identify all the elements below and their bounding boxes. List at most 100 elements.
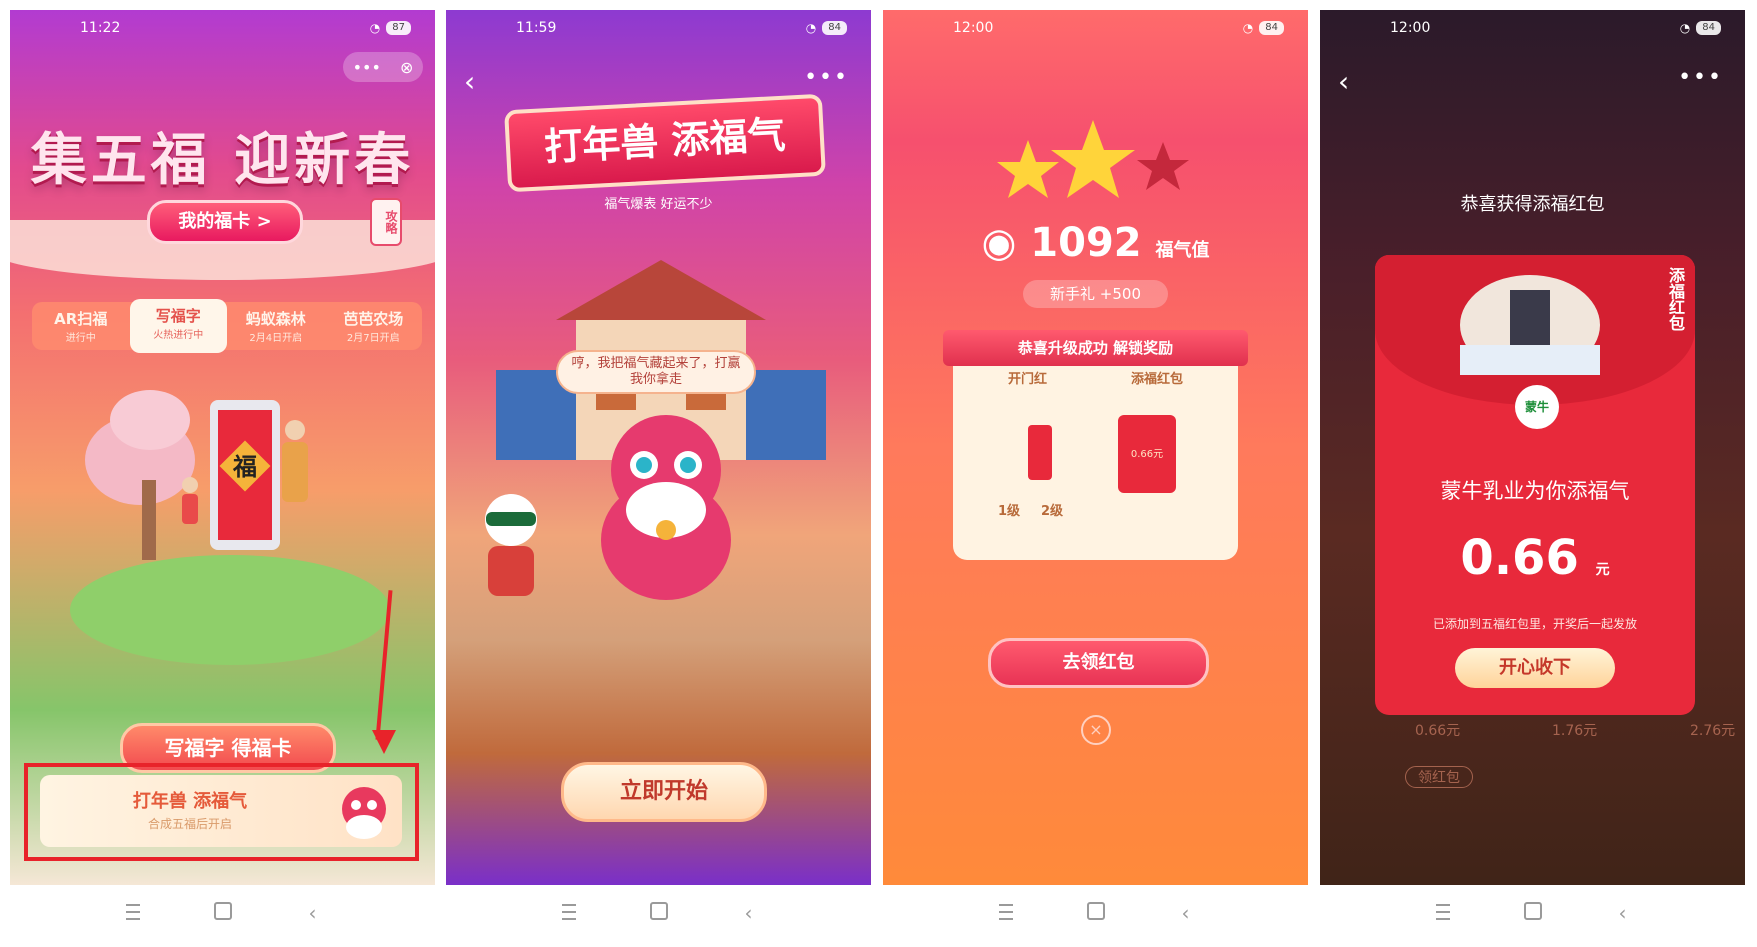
status-icons: ◔ 84 <box>806 21 847 35</box>
back-icon[interactable]: ‹ <box>734 901 764 925</box>
status-icons: ◔ 87 <box>370 21 411 35</box>
more-icon[interactable]: ••• <box>1678 65 1723 90</box>
system-nav-bar: ‹ <box>1320 893 1745 933</box>
back-icon[interactable]: ‹ <box>298 901 328 925</box>
wifi-icon: ◔ <box>1679 21 1691 35</box>
my-cards-button[interactable]: 我的福卡 > <box>147 200 303 244</box>
start-button[interactable]: 立即开始 <box>561 762 767 822</box>
novice-bonus: 新手礼 +500 <box>1023 280 1168 308</box>
status-icons: ◔ 84 <box>1243 21 1284 35</box>
system-nav-bar: ‹ <box>883 893 1308 933</box>
status-bar: 11:59 ◔ 84 <box>446 10 871 46</box>
menu-icon[interactable] <box>118 901 148 925</box>
close-icon[interactable]: ⊗ <box>400 58 413 77</box>
tab-label: 蚂蚁森林 <box>245 310 306 328</box>
back-icon[interactable]: ‹ <box>464 65 475 98</box>
miniapp-capsule[interactable]: ••• ⊗ <box>343 52 423 82</box>
reward-card: 开门红 添福红包 1级 2级 <box>953 350 1238 560</box>
battery-icon: 84 <box>1259 21 1284 35</box>
bg-value: 0.66元 <box>1415 723 1461 739</box>
status-icons: ◔ 84 <box>1680 21 1721 35</box>
status-bar: 12:00 ◔ 84 <box>1320 10 1745 46</box>
system-nav-bar: ‹ <box>446 893 871 933</box>
fu-coin-icon: ◉ <box>981 220 1031 266</box>
status-time: 12:00 <box>953 20 994 36</box>
highlight-box <box>24 763 419 861</box>
envelope-amount: 0.66 元 <box>1375 530 1695 586</box>
tab-status: 2月7日开启 <box>346 333 400 344</box>
annotation-arrow-head <box>372 730 396 754</box>
sponsor-text: 蒙牛乳业为你添福气 <box>1440 479 1630 503</box>
home-icon[interactable] <box>1081 901 1111 925</box>
envelope-note: 已添加到五福红包里，开奖后一起发放 <box>1432 617 1637 631</box>
score-value: 1092 <box>1030 220 1142 266</box>
firecracker-icon <box>1028 425 1052 480</box>
menu-icon[interactable] <box>1428 901 1458 925</box>
menu-icon[interactable] <box>991 901 1021 925</box>
back-icon[interactable]: ‹ <box>1338 65 1349 98</box>
page-title: 集五福 迎新春 <box>30 128 415 193</box>
screen-1: 11:22 ◔ 87 ••• ⊗ 集五福 迎新春 我的福卡 > 攻略 AR扫福 … <box>10 10 435 885</box>
congrats-title: 恭喜获得添福红包 <box>1460 194 1605 215</box>
level-from: 1级 <box>998 504 1021 519</box>
tab-label: 写福字 <box>155 307 201 325</box>
fu-character: 福 <box>232 453 257 481</box>
background-progress: 0.66元 1.76元 2.76元 领红包 <box>1320 710 1745 790</box>
close-icon[interactable]: × <box>1081 715 1111 745</box>
game-subtitle: 福气爆表 好运不少 <box>604 197 713 212</box>
bg-value: 2.76元 <box>1690 723 1736 739</box>
screen-4: 12:00 ◔ 84 ‹ ••• 恭喜获得添福红包 0.66元 1.76元 2.… <box>1320 10 1745 885</box>
more-icon[interactable]: ••• <box>804 65 849 90</box>
wifi-icon: ◔ <box>805 21 817 35</box>
home-icon[interactable] <box>208 901 238 925</box>
more-icon[interactable]: ••• <box>353 58 381 77</box>
tab-status: 进行中 <box>65 333 96 344</box>
back-icon[interactable]: ‹ <box>1171 901 1201 925</box>
claim-envelope-button[interactable]: 去领红包 <box>988 638 1209 688</box>
illustration-scene: 福 <box>70 390 390 665</box>
level-to: 2级 <box>1041 504 1064 519</box>
battery-icon: 87 <box>386 21 411 35</box>
tab-baba-farm[interactable]: 芭芭农场 2月7日开启 <box>325 302 423 350</box>
brand-products-image <box>1460 275 1600 375</box>
strategy-button[interactable]: 攻略 <box>370 198 402 246</box>
brand-logo: 蒙牛 <box>1515 385 1559 429</box>
tab-label: AR扫福 <box>54 310 108 328</box>
tab-ant-forest[interactable]: 蚂蚁森林 2月4日开启 <box>227 302 325 350</box>
stars-icon <box>997 120 1189 198</box>
red-envelope-icon: 0.66元 <box>1118 415 1176 493</box>
menu-icon[interactable] <box>554 901 584 925</box>
tab-status: 2月4日开启 <box>249 333 303 344</box>
panda-character <box>485 494 537 596</box>
screen-2: 11:59 ◔ 84 ‹ ••• 打年兽 添福气 福气爆表 好运不少 哼，我把福… <box>446 10 871 885</box>
status-bar: 11:22 ◔ 87 <box>10 10 435 46</box>
amount-value: 0.66 <box>1460 530 1579 586</box>
reward-label-left: 开门红 <box>1008 372 1048 387</box>
activity-tabs: AR扫福 进行中 写福字 火热进行中 蚂蚁森林 2月4日开启 芭芭农场 2月7日… <box>32 299 423 353</box>
reward-label-right: 添福红包 <box>1131 372 1184 387</box>
battery-icon: 84 <box>822 21 847 35</box>
envelope-tag: 添福红包 <box>1666 267 1685 331</box>
wifi-icon: ◔ <box>1242 21 1254 35</box>
battery-icon: 84 <box>1696 21 1721 35</box>
score-unit: 福气值 <box>1155 240 1210 261</box>
screen-3: 12:00 ◔ 84 ◉ 1092 福气值 新手礼 +500 开门红 添福红包 … <box>883 10 1308 885</box>
tab-ar-scan[interactable]: AR扫福 进行中 <box>32 302 130 350</box>
status-time: 12:00 <box>1390 20 1431 36</box>
status-time: 11:22 <box>80 20 121 36</box>
back-icon[interactable]: ‹ <box>1608 901 1638 925</box>
home-icon[interactable] <box>1518 901 1548 925</box>
fortune-score: ◉ 1092 福气值 <box>883 220 1308 266</box>
tab-status: 火热进行中 <box>153 330 204 341</box>
beast-speech-bubble: 哼，我把福气藏起来了，打赢我你拿走 <box>556 350 756 394</box>
home-icon[interactable] <box>644 901 674 925</box>
beast-character <box>601 415 731 600</box>
tab-write-fu[interactable]: 写福字 火热进行中 <box>129 299 227 353</box>
red-envelope-popup: 添福红包 蒙牛 蒙牛乳业为你添福气 0.66 元 已添加到五福红包里，开奖后一起… <box>1375 255 1695 715</box>
game-title: 打年兽 添福气 <box>504 93 826 193</box>
bg-value: 1.76元 <box>1552 723 1598 739</box>
amount-unit: 元 <box>1595 562 1610 578</box>
status-time: 11:59 <box>516 20 557 36</box>
accept-button[interactable]: 开心收下 <box>1455 648 1615 688</box>
tab-label: 芭芭农场 <box>343 310 404 328</box>
